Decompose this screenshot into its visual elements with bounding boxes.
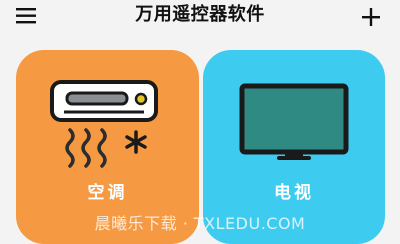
television-label: 电视 [274,183,314,203]
add-remote-button[interactable] [356,3,384,31]
app-header: 万用遥控器软件 [0,0,400,36]
air-conditioner-icon [50,80,158,168]
page-title: 万用遥控器软件 [135,4,265,25]
plus-icon [362,8,380,26]
television-icon [239,83,349,160]
air-conditioner-card[interactable]: 空调 [16,50,199,244]
television-card[interactable]: 电视 [203,50,385,244]
air-conditioner-label: 空调 [87,183,128,203]
